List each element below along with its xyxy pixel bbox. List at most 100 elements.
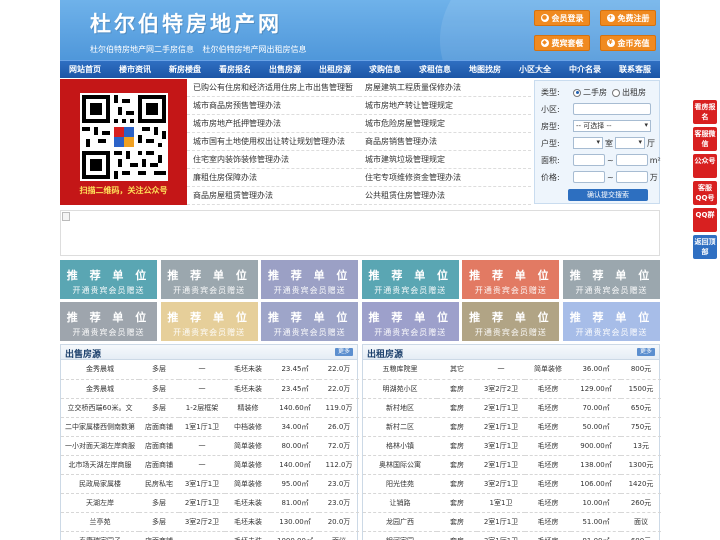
nav-want-rent[interactable]: 求租信息 bbox=[410, 61, 460, 78]
table-row[interactable]: 银河家园套房3室1厅1卫毛坯房91.00㎡600元 bbox=[363, 531, 661, 540]
login-button[interactable]: ● 会员登录 bbox=[534, 10, 590, 26]
nav-want-buy[interactable]: 求购信息 bbox=[360, 61, 410, 78]
table-cell[interactable]: 二中家属楼西侧南数第 bbox=[61, 417, 139, 437]
table-cell[interactable]: 北市场天湖左岸商服 bbox=[61, 455, 139, 475]
table-row[interactable]: 一小对面天湖左岸商服 店面商铺一简单装修 80.00㎡ 72.0万 bbox=[61, 436, 359, 456]
table-row[interactable]: 奥林国际公寓 套房 2室1厅1卫 毛坯房 138.00㎡ 1300元 bbox=[363, 455, 661, 475]
table-row[interactable]: 金秀晨城 多层一毛坯未装 23.45㎡ 22.0万 bbox=[61, 360, 359, 380]
nav-contact[interactable]: 联系客服 bbox=[610, 61, 660, 78]
table-row[interactable]: 立交桥西端60米。文 多层 1-2层框架 精装修 140.60㎡ 119.0万 bbox=[61, 398, 359, 418]
nav-map-search[interactable]: 地图找房 bbox=[460, 61, 510, 78]
table-cell[interactable]: 奥林国际公寓 bbox=[363, 455, 437, 475]
recommend-tile[interactable]: 推 荐 单 位开通贵宾会员赠送 bbox=[261, 302, 359, 341]
rent-more-button[interactable]: 更多 bbox=[637, 348, 655, 356]
nav-for-sale[interactable]: 出售房源 bbox=[260, 61, 310, 78]
policy-link[interactable]: 廉租住房保障办法 bbox=[187, 169, 359, 187]
table-cell[interactable]: 阳光佳苑 bbox=[363, 474, 437, 494]
table-cell[interactable]: 一小对面天湖左岸商服 bbox=[61, 436, 139, 456]
table-cell[interactable]: 天湖左岸 bbox=[61, 493, 139, 513]
vip-package-button[interactable]: ◆ 费宾套餐 bbox=[534, 35, 590, 51]
recommend-tile[interactable]: 推 荐 单 位开通贵宾会员赠送 bbox=[261, 260, 359, 299]
area-min-input[interactable] bbox=[573, 154, 605, 166]
price-max-input[interactable] bbox=[615, 171, 648, 183]
ad-banner[interactable] bbox=[60, 210, 660, 256]
table-cell[interactable]: 五粮库院里 bbox=[363, 360, 437, 380]
search-submit-button[interactable]: 确认提交搜索 bbox=[568, 189, 648, 201]
table-cell[interactable]: 兰亭苑 bbox=[61, 512, 139, 532]
price-min-input[interactable] bbox=[573, 171, 605, 183]
float-qq-service[interactable]: 客服QQ号 bbox=[693, 181, 717, 205]
float-wechat-service[interactable]: 客服微信 bbox=[693, 127, 717, 151]
hall-select[interactable] bbox=[615, 137, 645, 149]
policy-link[interactable]: 商品房屋租赁管理办法 bbox=[187, 187, 359, 205]
table-row[interactable]: 二中家属楼西侧南数第 店面商铺 1室1厅1卫 中档装修 34.00㎡ 26.0万 bbox=[61, 417, 359, 437]
policy-link[interactable]: 住宅室内装饰装修管理办法 bbox=[187, 151, 359, 169]
room-select[interactable] bbox=[573, 137, 603, 149]
policy-link[interactable]: 公共租赁住房管理办法 bbox=[359, 187, 531, 205]
table-cell[interactable]: 立交桥西端60米。文 bbox=[61, 398, 139, 418]
nav-new-homes[interactable]: 新房楼盘 bbox=[160, 61, 210, 78]
float-official-account[interactable]: 公众号 bbox=[693, 154, 717, 178]
area-max-input[interactable] bbox=[615, 154, 648, 166]
table-row[interactable]: 让销路 套房 1室1卫 毛坯房 10.00㎡ 260元 bbox=[363, 493, 661, 513]
nav-home[interactable]: 网站首页 bbox=[60, 61, 110, 78]
recommend-tile[interactable]: 推 荐 单 位开通贵宾会员赠送 bbox=[160, 260, 258, 299]
policy-link[interactable]: 城市房地产转让管理规定 bbox=[359, 97, 531, 115]
recommend-tile[interactable]: 推 荐 单 位开通贵宾会员赠送 bbox=[60, 260, 157, 299]
table-row[interactable]: 天湖左岸 多层 2室1厅1卫 毛坯未装 81.00㎡ 23.0万 bbox=[61, 493, 359, 513]
policy-link[interactable]: 房屋建筑工程质量保修办法 bbox=[359, 79, 531, 97]
nav-for-rent[interactable]: 出租房源 bbox=[310, 61, 360, 78]
table-row[interactable]: 五粮库院里 其它一简单装修 36.00㎡ 800元 bbox=[363, 360, 661, 380]
table-cell[interactable]: 新村地区 bbox=[363, 398, 437, 418]
table-cell[interactable]: 龙园广西 bbox=[363, 512, 437, 532]
recommend-tile[interactable]: 推 荐 单 位开通贵宾会员赠送 bbox=[361, 302, 459, 341]
policy-link[interactable]: 住宅专项维修资金管理办法 bbox=[359, 169, 531, 187]
policy-link[interactable]: 城市房地产抵押管理办法 bbox=[187, 115, 359, 133]
recommend-tile[interactable]: 推 荐 单 位开通贵宾会员赠送 bbox=[361, 260, 459, 299]
register-button[interactable]: + 免费注册 bbox=[600, 10, 656, 26]
table-row[interactable]: 金秀晨城 多层一毛坯未装 23.45㎡ 22.0万 bbox=[61, 379, 359, 399]
table-cell[interactable]: 金秀晨城 bbox=[61, 379, 139, 399]
radio-second-hand[interactable] bbox=[573, 88, 581, 97]
recommend-tile[interactable]: 推 荐 单 位开通贵宾会员赠送 bbox=[160, 302, 258, 341]
table-cell[interactable]: 银河家园 bbox=[363, 531, 437, 540]
table-row[interactable]: 新村二区 套房 2室1厅1卫 毛坯房 50.00㎡ 750元 bbox=[363, 417, 661, 437]
policy-link[interactable]: 商品房销售管理办法 bbox=[359, 133, 531, 151]
recommend-tile[interactable]: 推 荐 单 位开通贵宾会员赠送 bbox=[562, 260, 660, 299]
nav-communities[interactable]: 小区大全 bbox=[510, 61, 560, 78]
table-cell[interactable]: 让销路 bbox=[363, 493, 437, 513]
table-row[interactable]: 阳光佳苑 套房 3室2厅1卫 毛坯房 106.00㎡ 1420元 bbox=[363, 474, 661, 494]
policy-link[interactable]: 城市危险房屋管理规定 bbox=[359, 115, 531, 133]
float-back-to-top[interactable]: 返回顶部 bbox=[693, 235, 717, 259]
policy-link[interactable]: 城市国有土地使用权出让转让规划管理办法 bbox=[187, 133, 359, 151]
policy-link[interactable]: 城市商品房预售管理办法 bbox=[187, 97, 359, 115]
recommend-tile[interactable]: 推 荐 单 位开通贵宾会员赠送 bbox=[60, 302, 157, 341]
table-row[interactable]: 明湖苑小区 套房 3室2厅2卫 毛坯房 129.00㎡ 1500元 bbox=[363, 379, 661, 399]
table-row[interactable]: 泰康瑞家园子店面商铺一毛坯未装1000.00㎡面议 bbox=[61, 531, 359, 540]
nav-viewing-signup[interactable]: 看房报名 bbox=[210, 61, 260, 78]
recommend-tile[interactable]: 推 荐 单 位开通贵宾会员赠送 bbox=[462, 260, 560, 299]
nav-agents[interactable]: 中介名录 bbox=[560, 61, 610, 78]
table-row[interactable]: 兰亭苑 多层 3室2厅2卫 毛坯未装 130.00㎡ 20.0万 bbox=[61, 512, 359, 532]
table-cell[interactable]: 格林小镇 bbox=[363, 436, 437, 456]
recommend-tile[interactable]: 推 荐 单 位开通贵宾会员赠送 bbox=[562, 302, 660, 341]
table-row[interactable]: 格林小镇 套房 3室1厅1卫 毛坯房 900.00㎡ 13元 bbox=[363, 436, 661, 456]
float-qq-group[interactable]: QQ群 bbox=[693, 208, 717, 232]
table-row[interactable]: 民政局家属楼 民房私宅 3室1厅1卫 简单装修 95.00㎡ 23.0万 bbox=[61, 474, 359, 494]
table-cell[interactable]: 金秀晨城 bbox=[61, 360, 139, 380]
recommend-tile[interactable]: 推 荐 单 位开通贵宾会员赠送 bbox=[462, 302, 560, 341]
nav-news[interactable]: 楼市资讯 bbox=[110, 61, 160, 78]
community-input[interactable] bbox=[573, 103, 651, 115]
table-cell[interactable]: 泰康瑞家园子 bbox=[61, 531, 139, 540]
table-cell[interactable]: 明湖苑小区 bbox=[363, 379, 437, 399]
policy-link[interactable]: 城市建筑垃圾管理规定 bbox=[359, 151, 531, 169]
table-row[interactable]: 新村地区 套房 2室1厅1卫 毛坯房 70.00㎡ 650元 bbox=[363, 398, 661, 418]
table-cell[interactable]: 民政局家属楼 bbox=[61, 474, 139, 494]
table-row[interactable]: 北市场天湖左岸商服 店面商铺一简单装修 140.00㎡ 112.0万 bbox=[61, 455, 359, 475]
radio-rental[interactable] bbox=[612, 88, 620, 97]
sale-more-button[interactable]: 更多 bbox=[335, 348, 353, 356]
table-cell[interactable]: 新村二区 bbox=[363, 417, 437, 437]
house-type-select[interactable]: -- 可选择 -- bbox=[573, 120, 651, 132]
policy-link[interactable]: 已购公有住房和经济适用住房上市出售管理暂 bbox=[187, 79, 359, 97]
coin-recharge-button[interactable]: ¥ 金币充值 bbox=[600, 35, 656, 51]
